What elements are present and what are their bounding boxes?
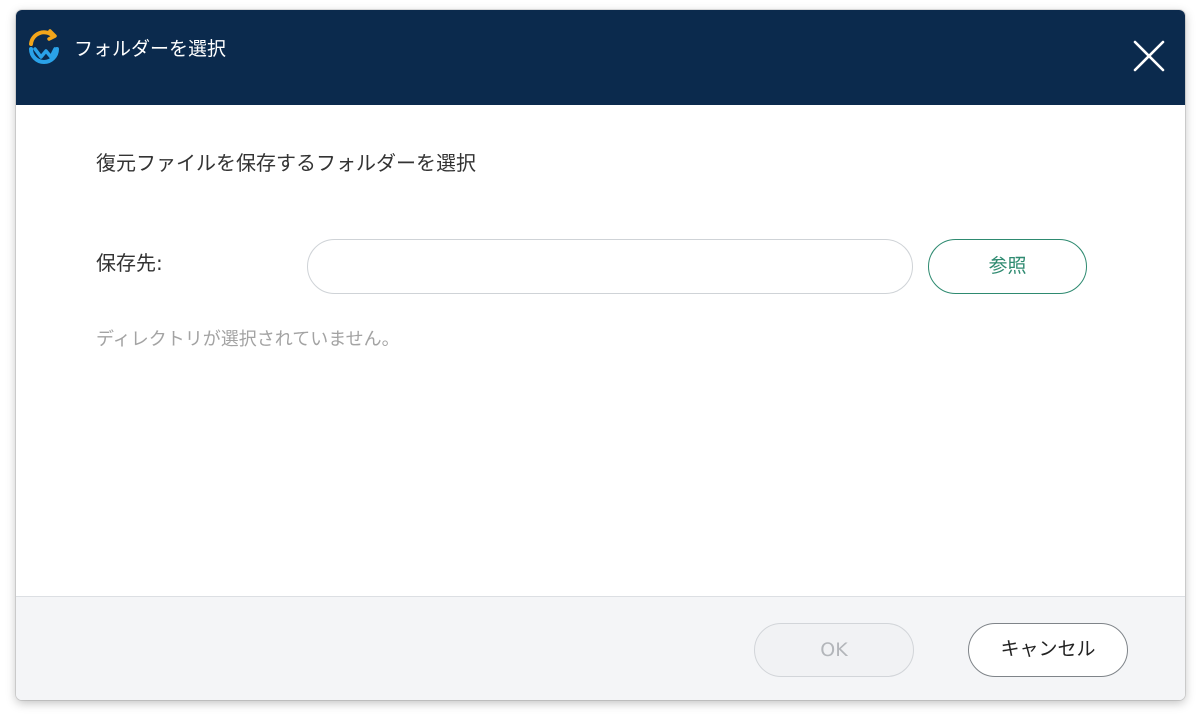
- close-button[interactable]: [1127, 34, 1171, 78]
- destination-path-input[interactable]: [307, 239, 913, 294]
- dialog-footer: OK キャンセル: [16, 596, 1185, 700]
- no-directory-status: ディレクトリが選択されていません。: [96, 329, 400, 350]
- browse-button[interactable]: 参照: [928, 239, 1087, 294]
- ok-button[interactable]: OK: [754, 623, 914, 677]
- instruction-text: 復元ファイルを保存するフォルダーを選択: [96, 151, 476, 175]
- title-bar: フォルダーを選択: [16, 10, 1185, 105]
- app-logo-icon: [29, 29, 59, 64]
- destination-label: 保存先:: [96, 251, 163, 275]
- select-folder-dialog: フォルダーを選択 復元ファイルを保存するフォルダーを選択 保存先: 参照 ディレ…: [16, 10, 1185, 700]
- dialog-title: フォルダーを選択: [74, 38, 227, 60]
- cancel-button[interactable]: キャンセル: [968, 623, 1128, 677]
- close-icon: [1133, 40, 1165, 72]
